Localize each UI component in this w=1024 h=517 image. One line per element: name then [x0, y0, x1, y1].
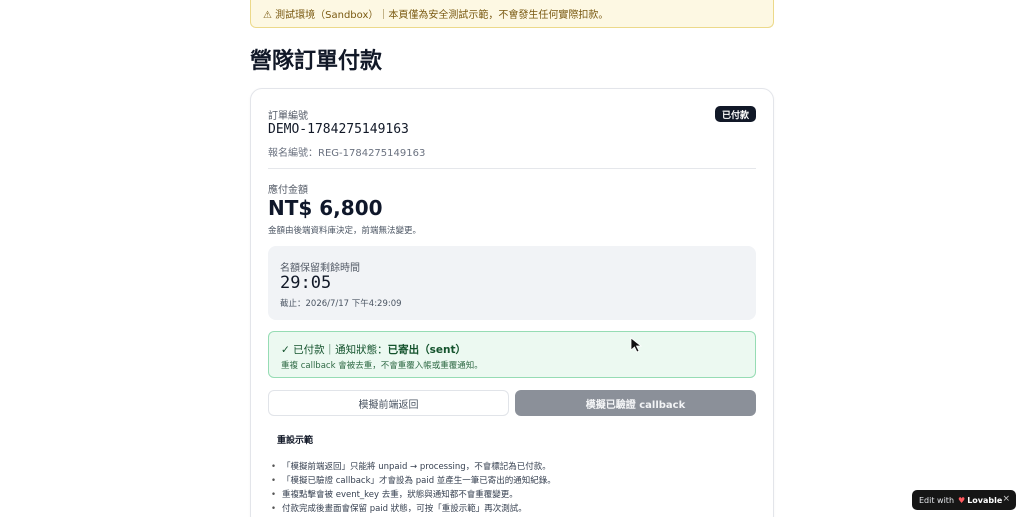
simulate-frontend-return-button[interactable]: 模擬前端返回	[268, 390, 509, 416]
status-badge: 已付款	[714, 106, 756, 122]
timer-countdown: 29:05	[280, 273, 332, 293]
lovable-logo-icon: ♥	[958, 495, 966, 505]
sandbox-banner: ⚠ 測試環境（Sandbox）｜本頁僅為安全測試示範，不會發生任何實際扣款。	[250, 0, 774, 28]
payment-status-panel: ✓ 已付款｜通知狀態：已寄出（sent） 重複 callback 會被去重，不會…	[268, 331, 756, 378]
amount-note: 金額由後端資料庫決定，前端無法變更。	[268, 226, 422, 236]
order-number: DEMO-1784275149163	[268, 122, 409, 137]
status-line: ✓ 已付款｜通知狀態：已寄出（sent）	[281, 342, 466, 357]
amount-value: NT$ 6,800	[268, 196, 383, 220]
payment-card: 訂單編號 DEMO-1784275149163 報名編號：REG-1784275…	[250, 88, 774, 517]
reset-demo-title[interactable]: 重設示範	[277, 433, 313, 446]
list-item: 重複點擊會被 event_key 去重，狀態與通知都不會重覆變更。	[271, 488, 556, 502]
lovable-brand: Lovable	[967, 495, 1003, 505]
amount-label: 應付金額	[268, 185, 308, 196]
close-icon[interactable]: ×	[1002, 494, 1010, 504]
timer-deadline: 截止：2026/7/17 下午4:29:09	[280, 299, 402, 309]
order-number-label: 訂單編號	[268, 111, 308, 122]
lovable-badge[interactable]: Edit with ♥ Lovable ×	[912, 490, 1016, 510]
timer-label: 名額保留剩餘時間	[280, 263, 360, 274]
page-title: 營隊訂單付款	[250, 49, 383, 74]
status-note: 重複 callback 會被去重，不會重覆入帳或重覆通知。	[281, 361, 483, 371]
sandbox-banner-text: ⚠ 測試環境（Sandbox）｜本頁僅為安全測試示範，不會發生任何實際扣款。	[263, 10, 609, 21]
mouse-pointer-icon	[630, 337, 643, 353]
notification-state: 已寄出（sent）	[387, 344, 467, 356]
reset-notes-list: 「模擬前端返回」只能將 unpaid → processing，不會標記為已付款…	[271, 460, 556, 516]
list-item: 付款完成後畫面會保留 paid 狀態，可按「重設示範」再次測試。	[271, 502, 556, 516]
list-item: 「模擬前端返回」只能將 unpaid → processing，不會標記為已付款…	[271, 460, 556, 474]
list-item: 「模擬已驗證 callback」才會設為 paid 並產生一筆已寄出的通知紀錄。	[271, 474, 556, 488]
status-prefix: ✓ 已付款｜通知狀態：	[281, 344, 388, 356]
reservation-timer-panel: 名額保留剩餘時間 29:05 截止：2026/7/17 下午4:29:09	[268, 246, 756, 320]
lovable-prefix: Edit with	[919, 495, 955, 505]
simulate-verified-callback-button[interactable]: 模擬已驗證 callback	[515, 390, 756, 416]
registration-number: 報名編號：REG-1784275149163	[268, 148, 426, 159]
divider	[268, 168, 756, 169]
